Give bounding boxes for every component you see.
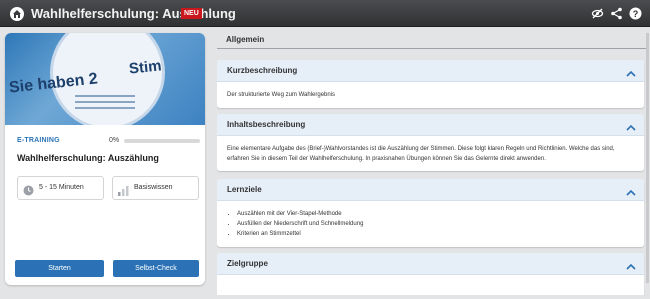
section-kurzbeschreibung: Kurzbeschreibung Der strukturierte Weg z… xyxy=(217,60,644,108)
section-title: Kurzbeschreibung xyxy=(227,66,298,75)
page-title: Wahlhelferschulung: Auszählung xyxy=(31,6,236,21)
details-panel: Allgemein Kurzbeschreibung Der strukturi… xyxy=(217,33,647,295)
course-type-label: E-TRAINING xyxy=(17,137,60,144)
progress-percent: 0% xyxy=(109,137,120,144)
section-inhaltsbeschreibung: Inhaltsbeschreibung Eine elementare Aufg… xyxy=(217,114,644,171)
section-title: Zielgruppe xyxy=(227,259,268,268)
list-item: Ausfüllen der Niederschrift und Schnellm… xyxy=(237,219,634,229)
tab-bar: Allgemein xyxy=(217,33,647,49)
section-text: Der strukturierte Weg zum Wahlergebnis xyxy=(227,92,336,98)
list-item: Kriterien an Stimmzettel xyxy=(237,229,634,239)
section-header[interactable]: Inhaltsbeschreibung xyxy=(217,114,644,136)
level-box: Basiswissen xyxy=(112,176,199,200)
vertical-scrollbar[interactable] xyxy=(646,33,649,283)
section-title: Lernziele xyxy=(227,185,262,194)
eye-off-icon[interactable] xyxy=(591,7,604,20)
section-header[interactable]: Kurzbeschreibung xyxy=(217,60,644,82)
progress-bar xyxy=(124,139,200,143)
section-lernziele: Lernziele Auszählen mit der Vier-Stapel-… xyxy=(217,179,644,247)
level-bars-icon xyxy=(118,183,129,196)
course-image: Sie haben 2 Stim xyxy=(5,33,205,125)
app-header: Wahlhelferschulung: Auszählung NEU ? xyxy=(0,0,650,27)
ballot-text-2: Stim xyxy=(128,57,163,78)
section-header[interactable]: Zielgruppe xyxy=(217,253,644,275)
level-text: Basiswissen xyxy=(134,184,173,191)
ballot-lines xyxy=(75,95,135,115)
chevron-up-icon[interactable] xyxy=(626,259,636,270)
share-icon[interactable] xyxy=(610,7,623,20)
list-item: Auszählen mit der Vier-Stapel-Methode xyxy=(237,209,634,219)
help-icon[interactable]: ? xyxy=(629,7,642,20)
section-title: Inhaltsbeschreibung xyxy=(227,120,306,129)
section-list: Auszählen mit der Vier-Stapel-Methode Au… xyxy=(217,201,644,247)
course-title: Wahlhelferschulung: Auszählung xyxy=(17,153,159,163)
chevron-up-icon[interactable] xyxy=(626,66,636,77)
section-zielgruppe: Zielgruppe xyxy=(217,253,644,295)
new-badge: NEU xyxy=(181,8,202,19)
tab-allgemein[interactable]: Allgemein xyxy=(226,35,264,44)
section-text: Eine elementare Aufgabe des (Brief-)Wahl… xyxy=(227,146,615,162)
home-icon[interactable] xyxy=(10,7,24,21)
clock-icon xyxy=(23,183,34,196)
duration-text: 5 - 15 Minuten xyxy=(39,184,84,191)
section-header[interactable]: Lernziele xyxy=(217,179,644,201)
course-card: Sie haben 2 Stim E-TRAINING 0% Wahlhelfe… xyxy=(5,33,205,285)
svg-text:?: ? xyxy=(633,9,639,19)
chevron-up-icon[interactable] xyxy=(626,120,636,131)
self-check-button[interactable]: Selbst-Check xyxy=(113,260,199,277)
start-button[interactable]: Starten xyxy=(15,260,104,277)
chevron-up-icon[interactable] xyxy=(626,185,636,196)
duration-box: 5 - 15 Minuten xyxy=(17,176,104,200)
